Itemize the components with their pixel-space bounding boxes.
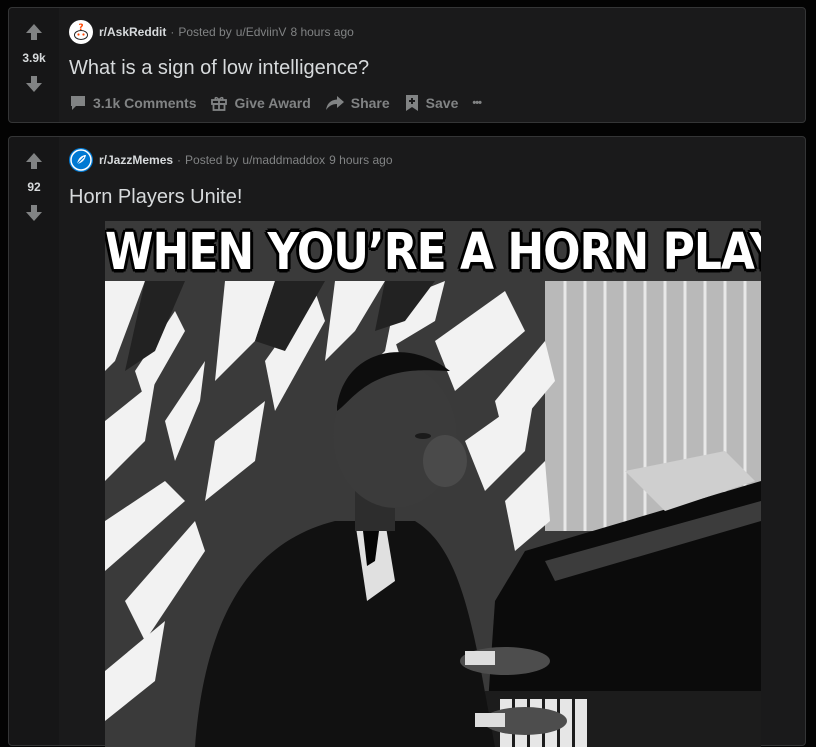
post-meta: ? r/AskReddit · Posted by u/EdviinV 8 ho… [69,20,354,44]
posted-by-label: Posted by [185,153,239,167]
post-author[interactable]: u/maddmaddox [242,153,325,167]
downvote-arrow-icon[interactable] [24,203,44,223]
post-meta: r/JazzMemes · Posted by u/maddmaddox 9 h… [69,148,393,172]
share-arrow-icon [325,96,344,110]
more-dots-icon[interactable]: ••• [472,97,482,109]
downvote-arrow-icon[interactable] [24,74,44,94]
comments-label: 3.1k Comments [93,95,197,111]
share-label: Share [350,95,390,111]
give-award-label: Give Award [234,95,311,111]
post-card[interactable]: 92 r/JazzMemes · Posted by u/maddmaddox … [8,136,806,747]
askreddit-icon[interactable]: ? [69,20,93,44]
separator-dot: · [170,25,175,39]
subreddit-name[interactable]: r/AskReddit [99,25,166,39]
meme-caption: WHEN YOU’RE A HORN PLAYER [105,223,761,282]
comment-bubble-icon [71,96,85,110]
comments-button[interactable]: 3.1k Comments [69,94,196,112]
save-label: Save [425,95,459,111]
upvote-arrow-icon[interactable] [24,22,44,42]
post-card[interactable]: 3.9k ? r/AskReddit · Posted by u/EdviinV… [8,7,806,123]
jazzmemes-icon[interactable] [69,148,93,172]
vote-score: 92 [27,180,41,194]
post-title[interactable]: Horn Players Unite! [69,186,242,209]
meme-photo [105,221,761,747]
upvote-arrow-icon[interactable] [24,151,44,171]
posted-by-label: Posted by [178,25,232,39]
subreddit-name[interactable]: r/JazzMemes [99,153,173,167]
post-author[interactable]: u/EdviinV [236,25,287,39]
post-actions: 3.1k Comments Give Award Share Save ••• [69,92,495,114]
separator-dot: · [177,153,182,167]
save-button[interactable]: Save [404,94,459,112]
vote-score: 3.9k [22,51,46,65]
post-time: 8 hours ago [290,25,354,39]
svg-text:?: ? [78,23,83,33]
gift-icon [211,96,228,111]
vote-column: 92 [9,137,59,745]
post-time: 9 hours ago [329,153,393,167]
vote-column: 3.9k [9,8,59,122]
post-title[interactable]: What is a sign of low intelligence? [69,57,369,80]
bookmark-plus-icon [405,95,418,111]
post-image[interactable]: WHEN YOU’RE A HORN PLAYER [105,221,761,747]
share-button[interactable]: Share [325,94,390,112]
give-award-button[interactable]: Give Award [210,94,311,112]
